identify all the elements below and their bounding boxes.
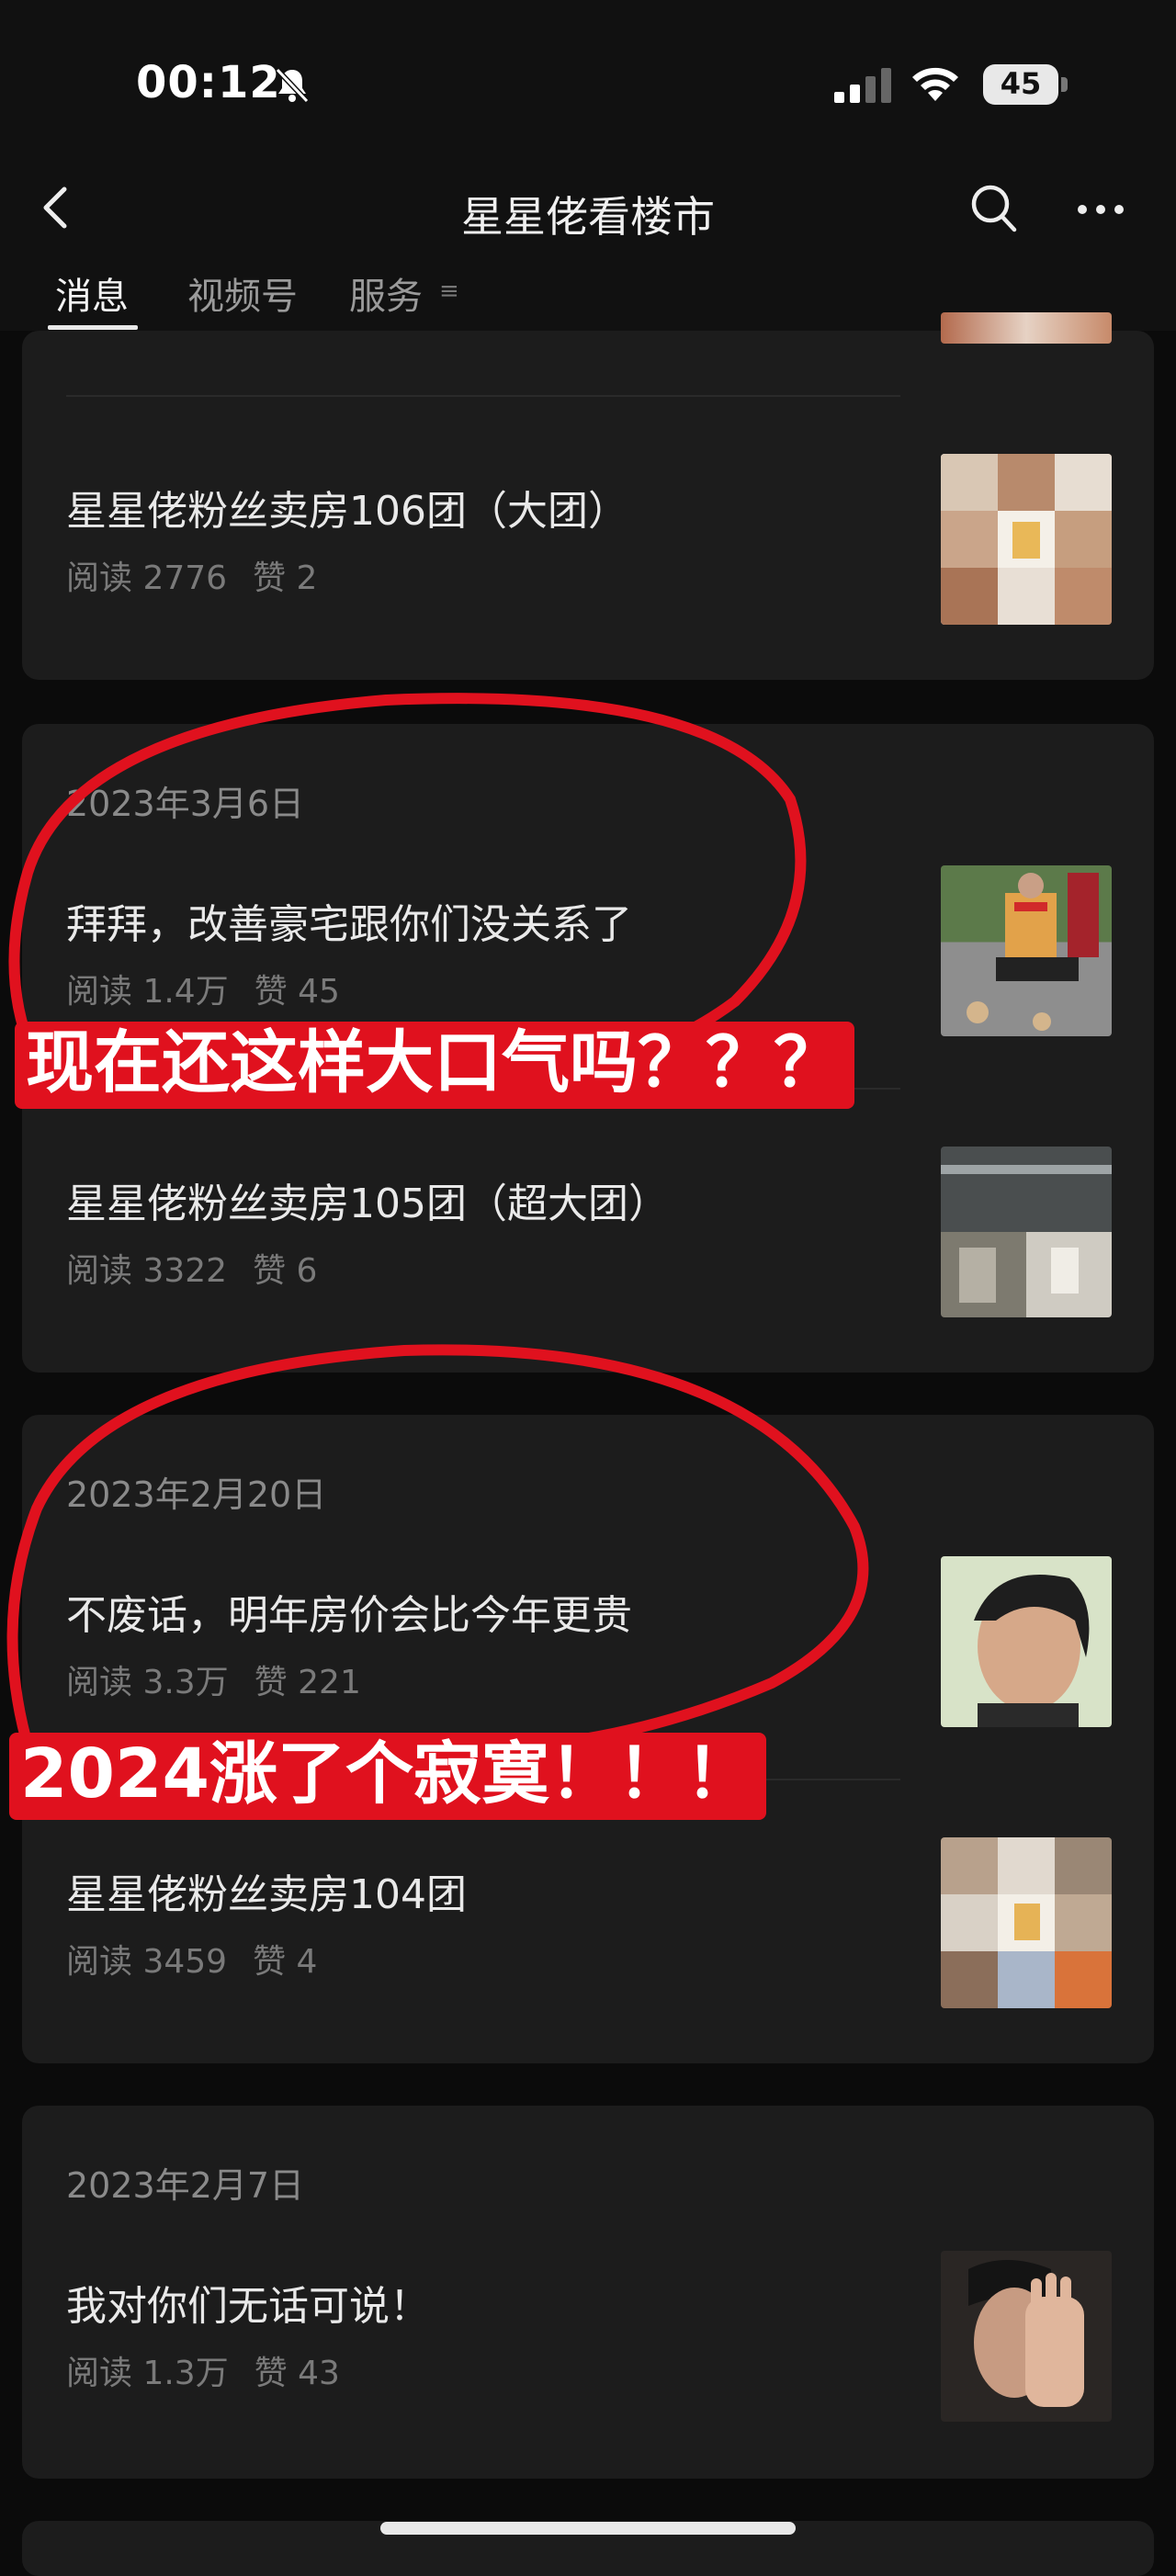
article-title[interactable]: 星星佬粉丝卖房104团 (66, 1861, 467, 1920)
group-date: 2023年2月20日 (66, 1474, 327, 1515)
like-count: 赞 6 (253, 1252, 318, 1290)
article-thumbnail[interactable] (941, 2251, 1112, 2422)
like-count: 赞 221 (254, 1664, 361, 1701)
wifi-icon (912, 67, 958, 101)
read-count: 阅读 2776 (66, 559, 228, 597)
article-meta: 阅读 3322 赞 6 (66, 1244, 317, 1292)
article-thumbnail[interactable] (941, 312, 1112, 344)
like-count: 赞 2 (253, 559, 318, 597)
divider (66, 395, 900, 397)
article-thumbnail[interactable] (941, 1837, 1112, 2008)
article-meta: 阅读 2776 赞 2 (66, 551, 317, 599)
read-count: 阅读 1.3万 (66, 2355, 229, 2392)
status-bar: 00:12 45 (0, 0, 1176, 156)
article-title[interactable]: 星星佬粉丝卖房105团（超大团） (66, 1170, 669, 1229)
group-date: 2023年3月6日 (66, 784, 305, 824)
read-count: 阅读 1.4万 (66, 973, 229, 1011)
floorplan-collage-icon (941, 1837, 1112, 2008)
read-count: 阅读 3322 (66, 1252, 228, 1290)
like-count: 赞 4 (253, 1943, 318, 1981)
cellular-signal-icon (834, 68, 891, 103)
article-group-card: 2023年2月7日 我对你们无话可说！ 阅读 1.3万赞 43 (22, 2106, 1154, 2479)
article-meta: 阅读 3.3万赞 221 (66, 1655, 361, 1703)
article-meta: 阅读 1.4万赞 45 (66, 965, 340, 1012)
tab-channels[interactable]: 视频号 (187, 266, 298, 320)
like-count: 赞 43 (254, 2355, 340, 2392)
article-meta: 阅读 1.3万赞 43 (66, 2346, 340, 2394)
read-count: 阅读 3.3万 (66, 1664, 229, 1701)
article-title[interactable]: 不废话，明年房价会比今年更贵 (66, 1582, 632, 1641)
portrait-photo-icon (974, 1575, 1090, 1727)
article-thumbnail[interactable] (941, 865, 1112, 1036)
article-title[interactable]: 星星佬粉丝卖房106团（大团） (66, 478, 628, 537)
floorplan-collage-icon (941, 454, 1112, 625)
article-thumbnail[interactable] (941, 1556, 1112, 1727)
read-count: 阅读 3459 (66, 1943, 228, 1981)
group-date: 2023年2月7日 (66, 2165, 305, 2206)
search-icon[interactable] (968, 180, 1020, 235)
bell-muted-icon (275, 67, 310, 104)
apartment-collage-icon (941, 1147, 1112, 1317)
more-options-icon[interactable] (1073, 189, 1128, 230)
article-meta: 阅读 3459 赞 4 (66, 1935, 317, 1983)
active-tab-indicator (48, 325, 138, 330)
home-indicator[interactable] (380, 2522, 796, 2535)
raised-hand-photo-icon (968, 2260, 1084, 2407)
status-time: 00:12 (136, 57, 281, 108)
annotation-label: 2024涨了个寂寞！！！ (9, 1733, 766, 1820)
tab-services[interactable]: 服务 (349, 266, 423, 320)
article-thumbnail[interactable] (941, 454, 1112, 625)
article-title[interactable]: 我对你们无话可说！ (66, 2273, 430, 2332)
annotation-label: 现在还这样大口气吗？？？ (15, 1022, 854, 1109)
battery-icon: 45 (983, 64, 1068, 105)
article-title[interactable]: 拜拜，改善豪宅跟你们没关系了 (66, 891, 632, 950)
article-thumbnail[interactable] (941, 1147, 1112, 1317)
like-count: 赞 45 (254, 973, 340, 1011)
tab-messages[interactable]: 消息 (55, 266, 129, 320)
article-group-card: 星星佬粉丝卖房106团（大团） 阅读 2776 赞 2 (22, 312, 1154, 680)
menu-lines-icon[interactable]: ≡ (439, 277, 459, 305)
person-sitting-photo-icon (967, 873, 1099, 1031)
battery-level: 45 (1000, 66, 1042, 101)
